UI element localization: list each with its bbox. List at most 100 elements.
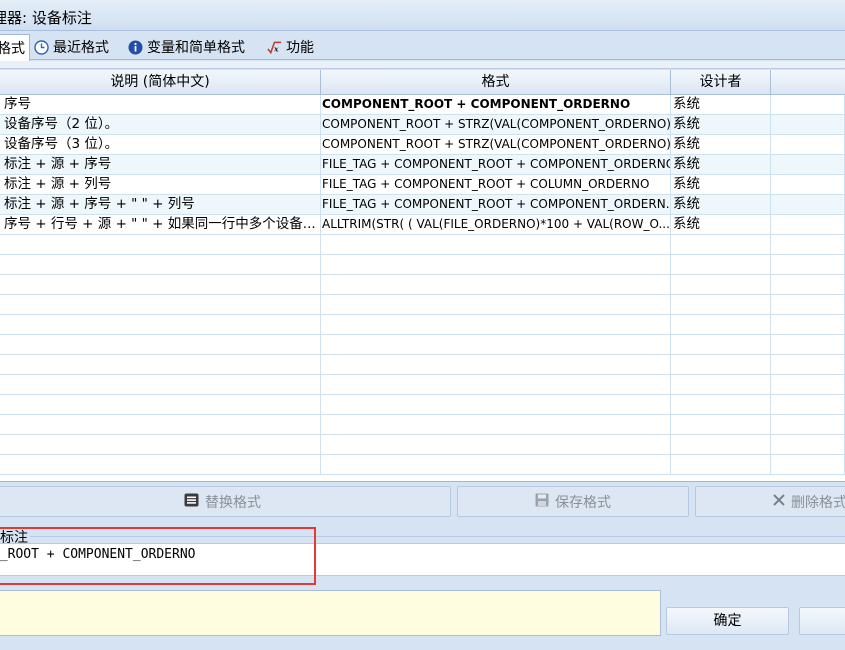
cell-empty [771,375,845,395]
table-row[interactable] [0,375,845,395]
tab-format-label: 格式 [0,41,25,57]
cell-empty [771,435,845,455]
info-icon [128,40,143,55]
tab-bar: 格式 最近格式 变量和简单格式 x 功能 [0,31,845,61]
table-row[interactable]: 设备序号（3 位）。 COMPONENT_ROOT + STRZ(VAL(COMP… [0,135,845,155]
cell-description: 序号 [0,95,321,115]
tab-recent-formats-label: 最近格式 [53,40,109,56]
cell-designer [671,375,771,395]
cell-empty [771,455,845,475]
tab-variables[interactable]: 变量和简单格式 [128,35,245,59]
cell-format [321,275,671,295]
cell-description [0,295,321,315]
cell-format: COMPONENT_ROOT + STRZ(VAL(COMPONENT_ORDE… [321,135,671,155]
cell-format [321,455,671,475]
table-row[interactable] [0,355,845,375]
table-row[interactable]: 标注 + 源 + 序号 + " " + 列号 FILE_TAG + COMPONE… [0,195,845,215]
format-grid[interactable]: 说明 (简体中文) 格式 设计者 序号 COMPONENT_ROOT + COMP… [0,70,845,482]
ok-button[interactable]: 确定 [666,607,789,635]
replace-icon [184,493,199,511]
cell-format: FILE_TAG + COMPONENT_ROOT + COMPONENT_OR… [321,195,671,215]
tab-format[interactable]: 格式 [0,34,30,61]
cell-designer: 系统 [671,215,771,235]
tab-functions-label: 功能 [286,40,314,56]
cell-empty [771,395,845,415]
table-row[interactable] [0,255,845,275]
table-row[interactable]: 标注 + 源 + 序号 FILE_TAG + COMPONENT_ROOT + C… [0,155,845,175]
table-row[interactable]: 序号 COMPONENT_ROOT + COMPONENT_ORDERNO 系统 [0,95,845,115]
cell-designer: 系统 [671,195,771,215]
cell-format [321,335,671,355]
cell-designer [671,275,771,295]
cell-description [0,335,321,355]
save-format-label: 保存格式 [555,494,611,511]
cancel-button[interactable] [799,607,845,635]
cell-description: 标注 + 源 + 序号 [0,155,321,175]
table-row[interactable]: 序号 + 行号 + 源 + " " + 如果同一行中多个设备... ALLTRIM… [0,215,845,235]
action-buttons: 替换格式 保存格式 删除格式 [0,485,845,519]
cell-empty [771,215,845,235]
cell-description: 标注 + 源 + 列号 [0,175,321,195]
cell-empty [771,135,845,155]
cell-format [321,255,671,275]
cell-empty [771,295,845,315]
column-header-description[interactable]: 说明 (简体中文) [0,70,321,95]
table-row[interactable]: 标注 + 源 + 列号 FILE_TAG + COMPONENT_ROOT + C… [0,175,845,195]
table-row[interactable] [0,415,845,435]
cell-format [321,435,671,455]
cell-empty [771,195,845,215]
cell-empty [771,115,845,135]
cell-empty [771,275,845,295]
delete-format-label: 删除格式 [791,494,845,511]
table-row[interactable] [0,235,845,255]
cell-designer: 系统 [671,115,771,135]
table-row[interactable] [0,275,845,295]
table-row[interactable] [0,435,845,455]
save-format-button[interactable]: 保存格式 [457,486,689,517]
cell-format: COMPONENT_ROOT + COMPONENT_ORDERNO [321,95,671,115]
cell-format [321,315,671,335]
table-row[interactable]: 设备序号（2 位）。 COMPONENT_ROOT + STRZ(VAL(COMP… [0,115,845,135]
cell-format [321,395,671,415]
cell-designer [671,335,771,355]
cell-format [321,295,671,315]
description-field[interactable] [0,590,661,636]
table-row[interactable] [0,335,845,355]
table-row[interactable] [0,315,845,335]
cell-format [321,415,671,435]
cell-designer [671,415,771,435]
table-row[interactable] [0,395,845,415]
delete-icon [773,493,785,510]
delete-format-button[interactable]: 删除格式 [695,486,845,517]
replace-format-button[interactable]: 替换格式 [0,486,451,517]
cell-description [0,275,321,295]
cell-description [0,455,321,475]
cell-empty [771,335,845,355]
window-title-bar: 理器: 设备标注 [0,0,845,31]
cell-designer [671,455,771,475]
window-title: 理器: 设备标注 [0,9,92,27]
cell-format: FILE_TAG + COMPONENT_ROOT + COMPONENT_OR… [321,155,671,175]
cell-designer: 系统 [671,155,771,175]
cell-description: 设备序号（2 位）。 [0,115,321,135]
cell-empty [771,255,845,275]
cell-description [0,395,321,415]
cell-format [321,235,671,255]
save-icon [535,493,549,511]
tab-functions[interactable]: x 功能 [267,35,314,59]
cell-format [321,375,671,395]
column-header-format[interactable]: 格式 [321,70,671,95]
formula-text: T_ROOT + COMPONENT_ORDERNO [0,547,196,562]
table-row[interactable] [0,455,845,475]
cell-description [0,235,321,255]
table-row[interactable] [0,295,845,315]
tab-recent-formats[interactable]: 最近格式 [34,35,109,59]
cell-description [0,375,321,395]
cell-description [0,255,321,275]
grid-header: 说明 (简体中文) 格式 设计者 [0,70,845,95]
cell-designer [671,295,771,315]
cell-description: 设备序号（3 位）。 [0,135,321,155]
column-header-designer[interactable]: 设计者 [671,70,771,95]
cell-designer [671,255,771,275]
formula-field[interactable]: T_ROOT + COMPONENT_ORDERNO [0,543,845,576]
